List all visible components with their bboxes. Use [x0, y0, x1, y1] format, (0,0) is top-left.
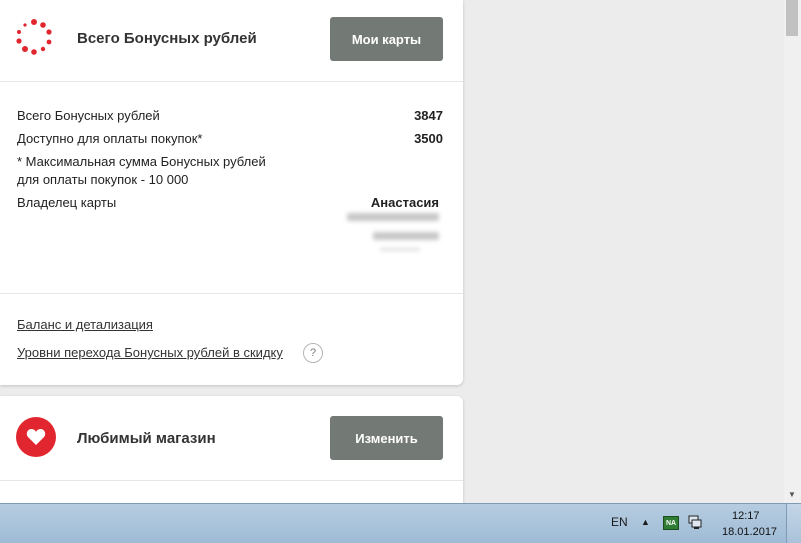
- redacted-owner-line-2: [373, 232, 439, 240]
- note-line-1: * Максимальная сумма Бонусных рублей: [17, 154, 266, 169]
- owner-name: Анастасия: [370, 195, 439, 210]
- tray-expand-icon[interactable]: ▲: [641, 517, 650, 527]
- total-bonus-value: 3847: [414, 108, 443, 123]
- bonus-card-divider: [0, 293, 463, 294]
- redacted-owner-line-1: [347, 213, 439, 221]
- tray-na-badge-icon[interactable]: NA: [663, 516, 679, 530]
- bonus-levels-link[interactable]: Уровни перехода Бонусных рублей в скидку: [17, 345, 283, 360]
- my-cards-button[interactable]: Мои карты: [330, 17, 443, 61]
- favorite-store-title: Любимый магазин: [77, 430, 216, 447]
- heart-icon: [16, 417, 56, 457]
- scrollbar-thumb[interactable]: [786, 0, 798, 36]
- total-bonus-label: Всего Бонусных рублей: [17, 108, 160, 123]
- change-store-button[interactable]: Изменить: [330, 416, 443, 460]
- language-indicator[interactable]: EN: [611, 515, 628, 529]
- redacted-owner-line-3: [380, 248, 420, 251]
- bonus-card-title: Всего Бонусных рублей: [77, 30, 257, 47]
- vertical-scrollbar[interactable]: ▼: [784, 0, 801, 503]
- store-card-divider: [0, 480, 463, 481]
- clock-date[interactable]: 18.01.2017: [722, 526, 777, 538]
- dotted-ring-icon: [16, 19, 52, 55]
- available-bonus-row: Доступно для оплаты покупок* 3500: [17, 131, 443, 146]
- total-bonus-row: Всего Бонусных рублей 3847: [17, 108, 443, 123]
- network-icon[interactable]: [688, 515, 702, 529]
- scroll-down-arrow-icon[interactable]: ▼: [788, 490, 796, 499]
- question-icon[interactable]: ?: [303, 343, 323, 363]
- note-line-2: для оплаты покупок - 10 000: [17, 172, 189, 187]
- bonus-card-header: Всего Бонусных рублей Мои карты: [0, 0, 463, 82]
- bonus-card: Всего Бонусных рублей Мои карты Всего Бо…: [0, 0, 463, 385]
- available-bonus-value: 3500: [414, 131, 443, 146]
- clock-time[interactable]: 12:17: [732, 510, 760, 522]
- show-desktop-button[interactable]: [786, 504, 801, 543]
- balance-details-link[interactable]: Баланс и детализация: [17, 317, 153, 332]
- max-sum-note: * Максимальная сумма Бонусных рублей для…: [17, 153, 317, 189]
- favorite-store-card: Любимый магазин Изменить: [0, 396, 463, 506]
- windows-taskbar: EN ▲ NA 12:17 18.01.2017: [0, 503, 801, 543]
- available-bonus-label: Доступно для оплаты покупок*: [17, 131, 203, 146]
- owner-label: Владелец карты: [17, 195, 117, 210]
